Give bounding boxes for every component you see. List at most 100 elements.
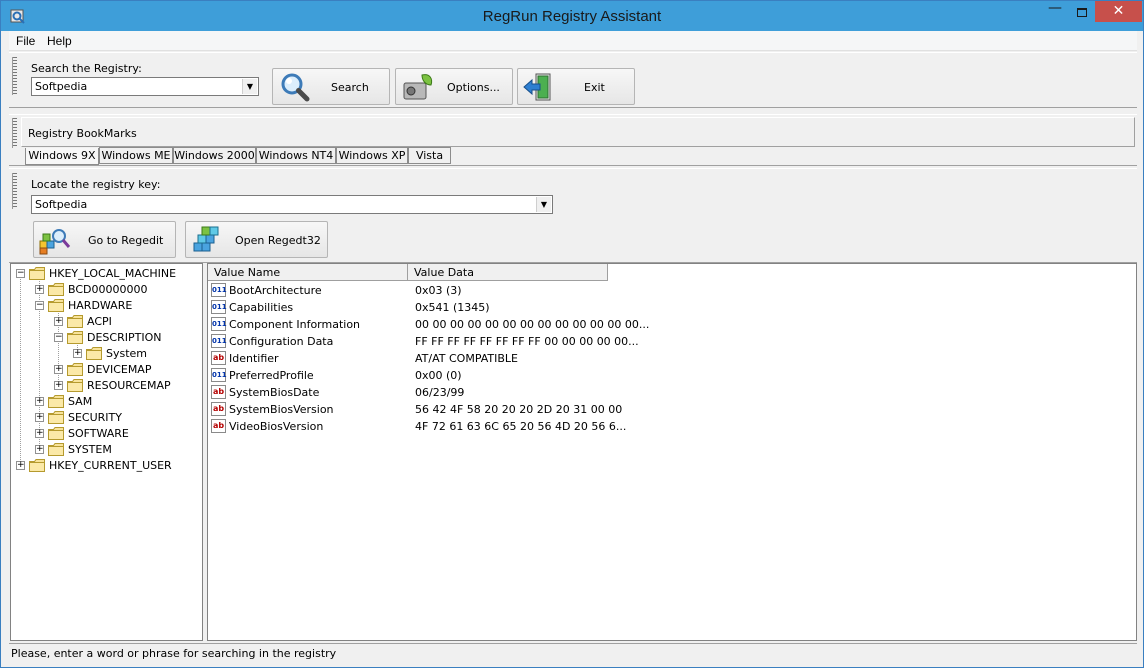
- tree-node[interactable]: + RESOURCEMAP: [11, 378, 202, 394]
- tree-node-label: HARDWARE: [68, 299, 133, 312]
- expand-icon[interactable]: +: [73, 349, 82, 358]
- list-row[interactable]: ab SystemBiosVersion 56 42 4F 58 20 20 20 …: [208, 401, 1136, 418]
- client-area: File Help Search the Registry: Softpedia…: [9, 31, 1137, 662]
- tree-node[interactable]: + SAM: [11, 394, 202, 410]
- open-regedt32-button[interactable]: Open Regedt32: [185, 221, 328, 258]
- list-row[interactable]: 011 Component Information 00 00 00 00 00 0…: [208, 316, 1136, 333]
- folder-icon: [86, 347, 102, 360]
- exit-button[interactable]: Exit: [517, 68, 635, 105]
- tree-node-label: HKEY_LOCAL_MACHINE: [49, 267, 177, 280]
- expand-icon[interactable]: +: [54, 381, 63, 390]
- tree-node-label: BCD00000000: [68, 283, 148, 296]
- tree-node[interactable]: + ACPI: [11, 314, 202, 330]
- toolbar-grip[interactable]: [12, 173, 17, 209]
- tree-node[interactable]: − DESCRIPTION: [11, 330, 202, 346]
- value-data: 00 00 00 00 00 00 00 00 00 00 00 00 00..…: [415, 318, 650, 331]
- tab-vista[interactable]: Vista: [408, 147, 451, 164]
- toolbar-grip[interactable]: [12, 118, 17, 148]
- list-row[interactable]: ab VideoBiosVersion 4F 72 61 63 6C 65 20 5…: [208, 418, 1136, 435]
- list-row[interactable]: 011 PreferredProfile 0x00 (0): [208, 367, 1136, 384]
- column-header-value-data[interactable]: Value Data: [408, 264, 608, 281]
- tab-windows-me[interactable]: Windows ME: [99, 147, 173, 164]
- tree-node[interactable]: + SOFTWARE: [11, 426, 202, 442]
- close-button[interactable]: ✕: [1095, 1, 1142, 22]
- tab-windows-xp[interactable]: Windows XP: [336, 147, 408, 164]
- chevron-down-icon[interactable]: ▼: [242, 79, 257, 94]
- tree-node[interactable]: + SYSTEM: [11, 442, 202, 458]
- collapse-icon[interactable]: −: [54, 333, 63, 342]
- expand-icon[interactable]: +: [54, 317, 63, 326]
- column-header-value-name[interactable]: Value Name: [208, 264, 408, 281]
- tab-windows-9x[interactable]: Windows 9X: [25, 148, 99, 165]
- tree-node[interactable]: + SECURITY: [11, 410, 202, 426]
- list-row[interactable]: ab SystemBiosDate 06/23/99: [208, 384, 1136, 401]
- folder-icon: [29, 459, 45, 472]
- values-list[interactable]: Value Name Value Data 011 BootArchitectur…: [207, 263, 1137, 641]
- tree-node[interactable]: − HARDWARE: [11, 298, 202, 314]
- minimize-icon: —: [1048, 0, 1062, 16]
- search-input[interactable]: Softpedia ▼: [31, 77, 259, 96]
- tree-node-label: ACPI: [87, 315, 112, 328]
- list-row[interactable]: ab Identifier AT/AT COMPATIBLE: [208, 350, 1136, 367]
- expand-icon[interactable]: +: [35, 445, 44, 454]
- value-name: Capabilities: [229, 301, 294, 314]
- options-button[interactable]: Options...: [395, 68, 513, 105]
- title-bar[interactable]: RegRun Registry Assistant — ✕: [1, 1, 1143, 31]
- binary-value-icon: 011: [211, 368, 227, 382]
- folder-icon: [29, 267, 45, 280]
- tree-node-label: SOFTWARE: [68, 427, 129, 440]
- regedit-search-icon: [39, 229, 71, 255]
- value-data: 56 42 4F 58 20 20 20 2D 20 31 00 00: [415, 403, 623, 416]
- value-name: BootArchitecture: [229, 284, 322, 297]
- value-name: SystemBiosVersion: [229, 403, 334, 416]
- collapse-icon[interactable]: −: [16, 269, 25, 278]
- value-data: 06/23/99: [415, 386, 465, 399]
- minimize-button[interactable]: —: [1041, 1, 1069, 23]
- expand-icon[interactable]: +: [16, 461, 25, 470]
- folder-icon: [48, 299, 64, 312]
- expand-icon[interactable]: +: [35, 413, 44, 422]
- list-row[interactable]: 011 Configuration Data FF FF FF FF FF FF F…: [208, 333, 1136, 350]
- options-button-label: Options...: [447, 81, 500, 94]
- value-name: Configuration Data: [229, 335, 334, 348]
- expand-icon[interactable]: +: [35, 429, 44, 438]
- binary-value-icon: 011: [211, 283, 227, 297]
- binary-value-icon: 011: [211, 334, 227, 348]
- tree-node-label: DEVICEMAP: [87, 363, 152, 376]
- chevron-down-icon[interactable]: ▼: [536, 197, 551, 212]
- maximize-icon: [1077, 8, 1087, 17]
- list-row[interactable]: 011 BootArchitecture 0x03 (3): [208, 282, 1136, 299]
- tree-node[interactable]: + System: [11, 346, 202, 362]
- collapse-icon[interactable]: −: [35, 301, 44, 310]
- folder-icon: [67, 379, 83, 392]
- go-to-regedit-button[interactable]: Go to Regedit: [33, 221, 176, 258]
- expand-icon[interactable]: +: [35, 285, 44, 294]
- menu-help[interactable]: Help: [47, 34, 72, 48]
- menu-file[interactable]: File: [16, 34, 35, 48]
- string-value-icon: ab: [211, 385, 226, 399]
- exit-button-label: Exit: [584, 81, 605, 94]
- exit-door-icon: [523, 73, 551, 101]
- tree-node[interactable]: + HKEY_CURRENT_USER: [11, 458, 202, 474]
- tree-node[interactable]: − HKEY_LOCAL_MACHINE: [11, 266, 202, 282]
- tab-windows-nt4[interactable]: Windows NT4: [256, 147, 336, 164]
- regedt32-icon: [193, 226, 219, 252]
- tree-node-label: SECURITY: [68, 411, 122, 424]
- maximize-button[interactable]: [1069, 1, 1095, 23]
- tab-windows-2000[interactable]: Windows 2000: [173, 147, 256, 164]
- locate-key-input[interactable]: Softpedia ▼: [31, 195, 553, 214]
- locate-label: Locate the registry key:: [31, 178, 161, 191]
- binary-value-icon: 011: [211, 317, 227, 331]
- go-to-regedit-label: Go to Regedit: [88, 234, 164, 247]
- registry-tree[interactable]: − HKEY_LOCAL_MACHINE + BCD00000000 − HARDWARE…: [10, 263, 203, 641]
- tree-node[interactable]: + DEVICEMAP: [11, 362, 202, 378]
- tree-node[interactable]: + BCD00000000: [11, 282, 202, 298]
- expand-icon[interactable]: +: [35, 397, 44, 406]
- search-button[interactable]: Search: [272, 68, 390, 105]
- list-row[interactable]: 011 Capabilities 0x541 (1345): [208, 299, 1136, 316]
- bookmarks-title: Registry BookMarks: [28, 127, 137, 140]
- locate-toolbar: Locate the registry key: Softpedia ▼ Go …: [9, 168, 1137, 263]
- folder-icon: [48, 411, 64, 424]
- expand-icon[interactable]: +: [54, 365, 63, 374]
- toolbar-grip[interactable]: [12, 57, 17, 95]
